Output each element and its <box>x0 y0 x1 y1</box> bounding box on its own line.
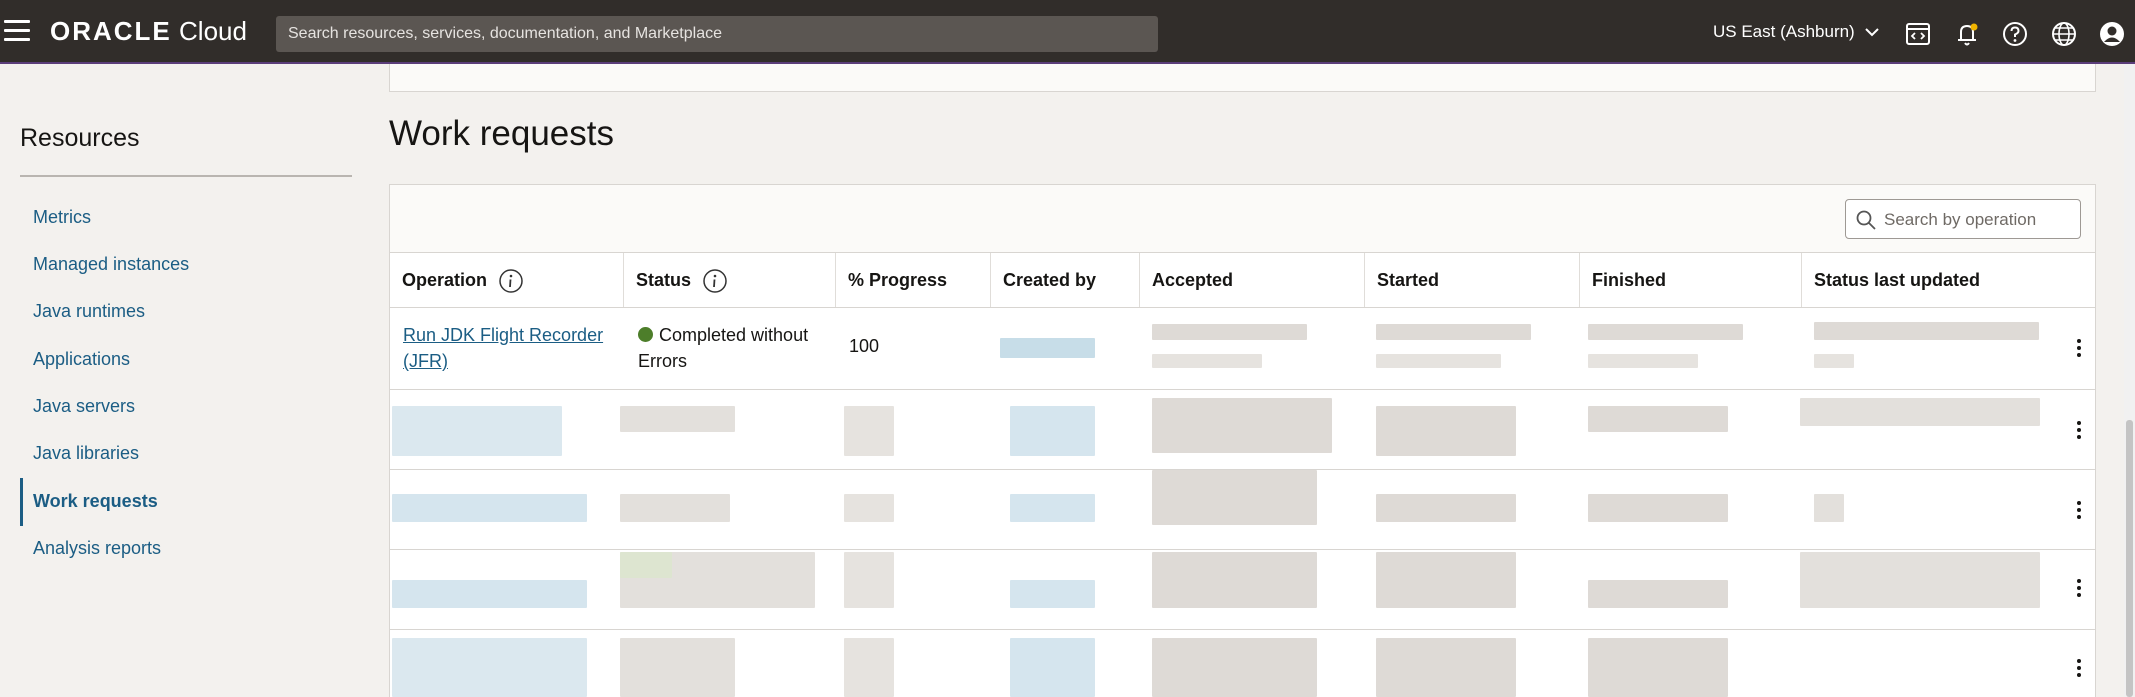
region-label: US East (Ashburn) <box>1713 22 1855 41</box>
redacted-block <box>620 552 672 578</box>
redacted-block <box>844 638 894 697</box>
redacted-block <box>1376 406 1516 456</box>
divider <box>20 175 352 177</box>
status-cell: Completed without Errors <box>638 325 809 371</box>
code-editor-icon[interactable] <box>1904 20 1932 48</box>
active-indicator <box>20 478 23 526</box>
menu-icon[interactable] <box>4 20 30 42</box>
redacted-block <box>844 406 894 456</box>
row-actions-menu-icon[interactable] <box>2072 656 2086 682</box>
language-globe-icon[interactable] <box>2050 20 2078 48</box>
scrollbar-thumb[interactable] <box>2126 420 2133 697</box>
sidebar-item-java-servers[interactable]: Java servers <box>33 396 135 417</box>
sidebar-item-java-runtimes[interactable]: Java runtimes <box>33 301 145 322</box>
column-header-operation[interactable]: Operation <box>390 253 624 307</box>
progress-value: 100 <box>849 336 880 356</box>
created-by-redacted <box>1000 338 1095 358</box>
redacted-block <box>392 406 562 456</box>
redacted-block <box>620 406 735 432</box>
operation-search[interactable] <box>1845 199 2081 240</box>
redacted-block <box>1800 398 2040 426</box>
column-header-status[interactable]: Status <box>624 253 836 307</box>
row-actions-menu-icon[interactable] <box>2072 498 2086 524</box>
redacted-block <box>1588 638 1728 697</box>
column-header-accepted[interactable]: Accepted <box>1140 253 1365 307</box>
user-profile-icon[interactable] <box>2098 20 2126 48</box>
status-updated-redacted <box>1814 354 1854 368</box>
redacted-block <box>392 580 587 608</box>
redacted-block <box>1010 638 1095 697</box>
redacted-block <box>1152 470 1317 525</box>
accepted-redacted <box>1152 324 1307 340</box>
column-header-finished[interactable]: Finished <box>1580 253 1802 307</box>
global-search-input[interactable] <box>276 16 1158 52</box>
redacted-block <box>844 494 894 522</box>
redacted-block <box>1152 552 1317 608</box>
redacted-block <box>1152 638 1317 697</box>
row-actions-menu-icon[interactable] <box>2072 336 2086 362</box>
operation-search-input[interactable] <box>1882 200 2076 240</box>
status-success-icon <box>638 327 653 342</box>
redacted-block <box>1010 494 1095 522</box>
started-redacted <box>1376 354 1501 368</box>
redacted-block <box>1010 580 1095 608</box>
column-header-status-last-updated[interactable]: Status last updated <box>1802 253 2095 307</box>
sidebar-item-work-requests[interactable]: Work requests <box>33 491 158 512</box>
sidebar-item-analysis-reports[interactable]: Analysis reports <box>33 538 161 559</box>
redacted-block <box>392 638 587 697</box>
table-row <box>390 390 2095 470</box>
chevron-down-icon <box>1865 28 1880 37</box>
table-row: Run JDK Flight Recorder (JFR) Completed … <box>390 308 2095 390</box>
started-redacted <box>1376 324 1531 340</box>
search-icon <box>1856 210 1876 230</box>
redacted-block <box>1588 406 1728 432</box>
accepted-redacted <box>1152 354 1262 368</box>
sidebar-item-java-libraries[interactable]: Java libraries <box>33 443 139 464</box>
finished-redacted <box>1588 354 1698 368</box>
sidebar-item-metrics[interactable]: Metrics <box>33 207 91 228</box>
column-header-started[interactable]: Started <box>1365 253 1580 307</box>
info-icon[interactable] <box>702 268 728 294</box>
column-header-created-by[interactable]: Created by <box>991 253 1140 307</box>
status-updated-redacted <box>1814 322 2039 340</box>
resources-heading: Resources <box>20 124 140 152</box>
redacted-block <box>392 494 587 522</box>
sidebar-item-applications[interactable]: Applications <box>33 349 130 370</box>
redacted-block <box>844 552 894 608</box>
finished-redacted <box>1588 324 1743 340</box>
operation-link[interactable]: Run JDK Flight Recorder (JFR) <box>403 322 613 374</box>
redacted-block <box>620 494 730 522</box>
oracle-cloud-logo[interactable]: ORACLE Cloud <box>50 16 247 47</box>
table-row <box>390 630 2095 697</box>
top-bar: ORACLE Cloud US East (Ashburn) <box>0 0 2135 64</box>
region-selector[interactable]: US East (Ashburn) <box>1713 22 1880 42</box>
redacted-block <box>1588 580 1728 608</box>
table-row <box>390 550 2095 630</box>
redacted-block <box>1800 552 2040 608</box>
column-header-progress[interactable]: % Progress <box>836 253 991 307</box>
row-actions-menu-icon[interactable] <box>2072 576 2086 602</box>
redacted-block <box>1814 494 1844 522</box>
redacted-block <box>1010 406 1095 456</box>
row-actions-menu-icon[interactable] <box>2072 418 2086 444</box>
redacted-block <box>1376 494 1516 522</box>
redacted-block <box>620 638 735 697</box>
notifications-bell-icon[interactable] <box>1953 20 1981 48</box>
redacted-block <box>1376 638 1516 697</box>
sidebar-item-managed-instances[interactable]: Managed instances <box>33 254 189 275</box>
table-row <box>390 470 2095 550</box>
table-header: Operation Status % Progress Created by A… <box>390 252 2095 308</box>
info-icon[interactable] <box>498 268 524 294</box>
details-panel-bottom <box>389 64 2096 92</box>
redacted-block <box>1588 494 1728 522</box>
page-title: Work requests <box>389 114 614 153</box>
redacted-block <box>1376 552 1516 608</box>
help-icon[interactable] <box>2001 20 2029 48</box>
redacted-block <box>1152 398 1332 453</box>
